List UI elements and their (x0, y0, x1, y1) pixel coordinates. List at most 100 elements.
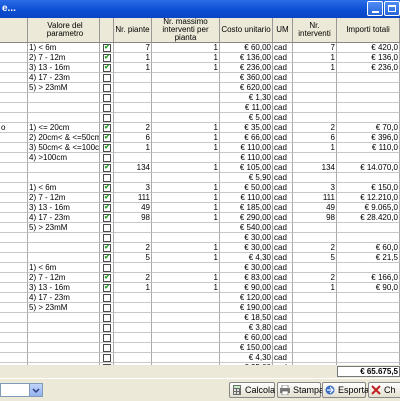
um-cell[interactable]: cad (273, 323, 293, 333)
select-checkbox[interactable] (103, 94, 111, 102)
importo-cell[interactable] (337, 233, 400, 243)
costo-cell[interactable]: € 150,00 (220, 343, 273, 353)
um-cell[interactable]: cad (273, 333, 293, 343)
nr-massimo-cell[interactable] (152, 323, 220, 333)
nr-massimo-cell[interactable]: 1 (152, 213, 220, 223)
nr-interventi-cell[interactable]: 2 (293, 123, 337, 133)
um-cell[interactable]: cad (273, 143, 293, 153)
param-cell[interactable]: 4) >100cm (28, 153, 100, 163)
costo-cell[interactable]: € 3,80 (220, 323, 273, 333)
costo-cell[interactable]: € 236,00 (220, 63, 273, 73)
costo-cell[interactable]: € 66,00 (220, 133, 273, 143)
nr-piante-cell[interactable] (114, 333, 152, 343)
row-label[interactable] (0, 253, 28, 263)
table-row[interactable]: 1) < 6m € 30,00 cad (0, 263, 400, 273)
costo-cell[interactable]: € 190,00 (220, 303, 273, 313)
nr-piante-cell[interactable]: 2 (114, 243, 152, 253)
um-cell[interactable]: cad (273, 253, 293, 263)
row-label[interactable] (0, 263, 28, 273)
importo-cell[interactable]: € 110,0 (337, 143, 400, 153)
table-row[interactable]: € 11,00 cad (0, 103, 400, 113)
nr-massimo-cell[interactable] (152, 103, 220, 113)
table-row[interactable]: € 30,00 cad (0, 233, 400, 243)
nr-piante-cell[interactable] (114, 173, 152, 183)
um-cell[interactable]: cad (273, 133, 293, 143)
nr-massimo-cell[interactable]: 1 (152, 163, 220, 173)
costo-cell[interactable]: € 136,00 (220, 53, 273, 63)
nr-interventi-cell[interactable]: 1 (293, 283, 337, 293)
selector-dropdown[interactable] (0, 383, 43, 397)
table-row[interactable]: ✔ 134 1 € 105,00 cad 134 € 14.070,0 (0, 163, 400, 173)
table-row[interactable]: 1) < 6m ✔ 3 1 € 50,00 cad 3 € 150,0 (0, 183, 400, 193)
select-checkbox[interactable] (103, 104, 111, 112)
nr-massimo-cell[interactable]: 1 (152, 143, 220, 153)
um-cell[interactable]: cad (273, 193, 293, 203)
data-grid[interactable]: Valore del parametro Nr. piante Nr. mass… (0, 18, 400, 365)
nr-massimo-cell[interactable]: 1 (152, 283, 220, 293)
table-row[interactable]: 4) 17 - 23m € 120,00 cad (0, 293, 400, 303)
um-cell[interactable]: cad (273, 203, 293, 213)
importo-cell[interactable] (337, 153, 400, 163)
nr-interventi-cell[interactable]: 2 (293, 243, 337, 253)
nr-interventi-cell[interactable]: 2 (293, 273, 337, 283)
importo-cell[interactable] (337, 113, 400, 123)
nr-piante-cell[interactable]: 49 (114, 203, 152, 213)
costo-cell[interactable]: € 110,00 (220, 143, 273, 153)
row-label[interactable] (0, 73, 28, 83)
um-cell[interactable]: cad (273, 153, 293, 163)
nr-interventi-cell[interactable] (293, 173, 337, 183)
nr-massimo-cell[interactable] (152, 303, 220, 313)
importo-cell[interactable]: € 396,0 (337, 133, 400, 143)
param-cell[interactable] (28, 353, 100, 363)
um-cell[interactable]: cad (273, 223, 293, 233)
importo-cell[interactable] (337, 333, 400, 343)
nr-interventi-cell[interactable] (293, 73, 337, 83)
nr-massimo-cell[interactable] (152, 293, 220, 303)
header-param[interactable]: Valore del parametro (28, 18, 100, 42)
table-row[interactable]: € 4,30 cad (0, 353, 400, 363)
nr-interventi-cell[interactable] (293, 93, 337, 103)
param-cell[interactable]: 1) <= 20cm (28, 123, 100, 133)
row-label[interactable] (0, 273, 28, 283)
calcola-button[interactable]: Calcola (229, 382, 275, 398)
nr-interventi-cell[interactable] (293, 83, 337, 93)
costo-cell[interactable]: € 1,30 (220, 93, 273, 103)
nr-piante-cell[interactable]: 98 (114, 213, 152, 223)
um-cell[interactable]: cad (273, 283, 293, 293)
nr-interventi-cell[interactable] (293, 313, 337, 323)
row-label[interactable] (0, 293, 28, 303)
nr-interventi-cell[interactable]: 49 (293, 203, 337, 213)
select-checkbox[interactable]: ✔ (103, 184, 111, 192)
importo-cell[interactable]: € 28.420,0 (337, 213, 400, 223)
importo-cell[interactable]: € 70,0 (337, 123, 400, 133)
row-label[interactable] (0, 113, 28, 123)
table-row[interactable]: 1) < 6m ✔ 7 1 € 60,00 cad 7 € 420,0 (0, 43, 400, 53)
importo-cell[interactable]: € 90,0 (337, 283, 400, 293)
nr-massimo-cell[interactable]: 1 (152, 43, 220, 53)
table-row[interactable]: ✔ 5 1 € 4,30 cad 5 € 21,5 (0, 253, 400, 263)
um-cell[interactable]: cad (273, 343, 293, 353)
nr-piante-cell[interactable] (114, 323, 152, 333)
select-checkbox[interactable] (103, 114, 111, 122)
table-row[interactable]: 2) 7 - 12m ✔ 2 1 € 83,00 cad 2 € 166,0 (0, 273, 400, 283)
importo-cell[interactable]: € 21,5 (337, 253, 400, 263)
row-label[interactable] (0, 343, 28, 353)
nr-massimo-cell[interactable] (152, 353, 220, 363)
select-checkbox[interactable] (103, 84, 111, 92)
table-row[interactable]: 3) 50cm< & <=100cm ✔ 1 1 € 110,00 cad 1 € 110,0 (0, 143, 400, 153)
importo-cell[interactable]: € 420,0 (337, 43, 400, 53)
costo-cell[interactable]: € 60,00 (220, 333, 273, 343)
row-label[interactable] (0, 193, 28, 203)
row-label[interactable] (0, 283, 28, 293)
chiudi-button[interactable]: Ch (368, 382, 400, 398)
header-nr-piante[interactable]: Nr. piante (114, 18, 152, 42)
select-checkbox[interactable]: ✔ (103, 214, 111, 222)
param-cell[interactable] (28, 173, 100, 183)
importo-cell[interactable]: € 9.065,0 (337, 203, 400, 213)
row-label[interactable] (0, 233, 28, 243)
nr-massimo-cell[interactable] (152, 93, 220, 103)
importo-cell[interactable] (337, 173, 400, 183)
nr-massimo-cell[interactable] (152, 233, 220, 243)
um-cell[interactable]: cad (273, 83, 293, 93)
nr-massimo-cell[interactable]: 1 (152, 183, 220, 193)
